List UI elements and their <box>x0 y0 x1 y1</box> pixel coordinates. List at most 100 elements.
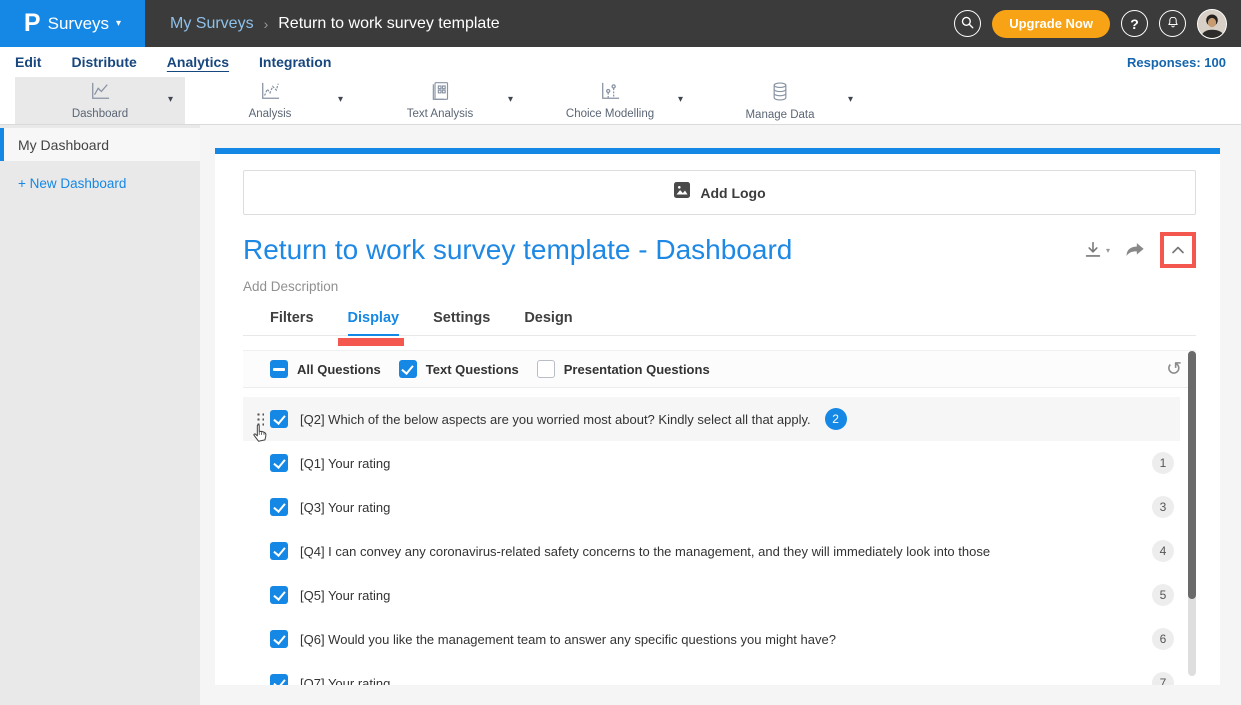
question-filter-row: All Questions Text Questions Presentatio… <box>243 350 1196 388</box>
sidebar-item-my-dashboard[interactable]: My Dashboard <box>0 128 200 161</box>
caret-down-icon[interactable]: ▾ <box>848 94 853 105</box>
tab-settings[interactable]: Settings <box>433 310 490 335</box>
caret-down-icon[interactable]: ▾ <box>168 94 173 105</box>
image-icon <box>673 181 691 204</box>
toolbar-item-dashboard[interactable]: Dashboard ▾ <box>15 77 185 124</box>
question-row-q4[interactable]: [Q4] I can convey any coronavirus-relate… <box>243 529 1180 573</box>
filter-presentation-questions[interactable]: Presentation Questions <box>537 360 710 378</box>
question-checkbox[interactable] <box>270 410 288 428</box>
user-avatar[interactable] <box>1197 9 1227 39</box>
search-icon <box>960 15 975 33</box>
chevron-up-icon <box>1168 240 1188 260</box>
dashboard-card: Add Logo Return to work survey template … <box>215 148 1220 685</box>
scrollbar-thumb[interactable] <box>1188 351 1196 599</box>
question-row-q2[interactable]: [Q2] Which of the below aspects are you … <box>243 397 1180 441</box>
text-questions-checkbox[interactable] <box>399 360 417 378</box>
filter-label: Presentation Questions <box>564 362 710 377</box>
question-checkbox[interactable] <box>270 498 288 516</box>
add-description-field[interactable]: Add Description <box>243 279 1196 294</box>
all-questions-checkbox[interactable] <box>270 360 288 378</box>
question-text: [Q7] Your rating <box>300 676 390 686</box>
question-row-q5[interactable]: [Q5] Your rating 5 <box>243 573 1180 617</box>
search-button[interactable] <box>954 10 981 37</box>
question-checkbox[interactable] <box>270 674 288 685</box>
question-mark-icon: ? <box>1130 16 1139 32</box>
reset-icon[interactable]: ↺ <box>1166 360 1182 379</box>
download-button[interactable]: ▾ <box>1082 239 1110 261</box>
dashboard-chart-icon <box>89 81 111 106</box>
product-switcher[interactable]: P Surveys ▾ <box>0 0 145 47</box>
responses-count[interactable]: Responses: 100 <box>1127 55 1241 70</box>
text-analysis-icon <box>430 81 450 106</box>
question-text: [Q5] Your rating <box>300 588 390 603</box>
scrollbar-track[interactable] <box>1188 351 1196 676</box>
tab-label: Filters <box>270 310 314 326</box>
toolbar-item-text-analysis[interactable]: Text Analysis ▾ <box>355 77 525 124</box>
question-number-badge: 5 <box>1152 584 1174 606</box>
add-logo-label: Add Logo <box>700 185 765 201</box>
question-row-q3[interactable]: [Q3] Your rating 3 <box>243 485 1180 529</box>
question-text: [Q4] I can convey any coronavirus-relate… <box>300 544 990 559</box>
notifications-button[interactable] <box>1159 10 1186 37</box>
top-bar: P Surveys ▾ My Surveys › Return to work … <box>0 0 1241 47</box>
collapse-panel-button-highlighted[interactable] <box>1160 232 1196 268</box>
breadcrumb: My Surveys › Return to work survey templ… <box>170 15 500 33</box>
presentation-questions-checkbox[interactable] <box>537 360 555 378</box>
tab-label: Display <box>348 310 400 326</box>
dashboard-tabs: Filters Display Settings Design <box>243 310 1196 336</box>
toolbar-item-choice-modelling[interactable]: Choice Modelling ▾ <box>525 77 695 124</box>
nav-item-edit[interactable]: Edit <box>15 54 41 70</box>
add-logo-dropzone[interactable]: Add Logo <box>243 170 1196 215</box>
toolbar-item-label: Manage Data <box>745 109 814 121</box>
question-row-q6[interactable]: [Q6] Would you like the management team … <box>243 617 1180 661</box>
question-checkbox[interactable] <box>270 630 288 648</box>
toolbar-item-label: Text Analysis <box>407 108 473 120</box>
question-list: [Q2] Which of the below aspects are you … <box>243 397 1180 685</box>
main-area: Add Logo Return to work survey template … <box>200 125 1241 705</box>
breadcrumb-my-surveys[interactable]: My Surveys <box>170 15 254 33</box>
caret-down-icon[interactable]: ▾ <box>338 94 343 105</box>
nav-item-distribute[interactable]: Distribute <box>71 54 136 70</box>
question-checkbox[interactable] <box>270 586 288 604</box>
questionpro-logo-icon: P <box>24 11 41 36</box>
new-dashboard-button[interactable]: + New Dashboard <box>0 176 200 191</box>
question-text: [Q6] Would you like the management team … <box>300 632 836 647</box>
question-checkbox[interactable] <box>270 454 288 472</box>
question-row-q1[interactable]: [Q1] Your rating 1 <box>243 441 1180 485</box>
question-row-q7[interactable]: [Q7] Your rating 7 <box>243 661 1180 685</box>
caret-down-icon[interactable]: ▾ <box>678 94 683 105</box>
bell-icon <box>1166 15 1180 33</box>
tab-design[interactable]: Design <box>524 310 572 335</box>
question-checkbox[interactable] <box>270 542 288 560</box>
drag-handle-icon[interactable] <box>256 412 264 427</box>
toolbar-item-analysis[interactable]: Analysis ▾ <box>185 77 355 124</box>
dashboard-sidebar: My Dashboard + New Dashboard <box>0 125 200 705</box>
filter-text-questions[interactable]: Text Questions <box>399 360 519 378</box>
title-actions: ▾ <box>1082 232 1196 268</box>
title-row: Return to work survey template - Dashboa… <box>243 231 1196 269</box>
tab-label: Design <box>524 310 572 326</box>
question-text: [Q1] Your rating <box>300 456 390 471</box>
nav-item-integration[interactable]: Integration <box>259 54 331 70</box>
help-button[interactable]: ? <box>1121 10 1148 37</box>
caret-down-icon[interactable]: ▾ <box>508 94 513 105</box>
share-button[interactable] <box>1124 240 1146 260</box>
caret-down-icon: ▾ <box>1106 246 1110 255</box>
upgrade-now-button[interactable]: Upgrade Now <box>992 10 1110 38</box>
toolbar-item-label: Analysis <box>249 108 292 120</box>
product-name: Surveys <box>48 14 109 34</box>
question-text: [Q3] Your rating <box>300 500 390 515</box>
filter-all-questions[interactable]: All Questions <box>270 360 381 378</box>
question-number-badge: 6 <box>1152 628 1174 650</box>
question-number-badge: 2 <box>825 408 847 430</box>
question-number-badge: 1 <box>1152 452 1174 474</box>
filter-label: All Questions <box>297 362 381 377</box>
tab-filters[interactable]: Filters <box>270 310 314 335</box>
dashboard-title[interactable]: Return to work survey template - Dashboa… <box>243 234 792 266</box>
question-number-badge: 7 <box>1152 672 1174 685</box>
analytics-toolbar: Dashboard ▾ Analysis ▾ Text Analysis ▾ C… <box>0 77 1241 125</box>
toolbar-item-manage-data[interactable]: Manage Data ▾ <box>695 77 865 124</box>
nav-item-analytics[interactable]: Analytics <box>167 54 229 70</box>
red-highlight-bar <box>338 338 404 346</box>
tab-display[interactable]: Display <box>348 310 400 335</box>
